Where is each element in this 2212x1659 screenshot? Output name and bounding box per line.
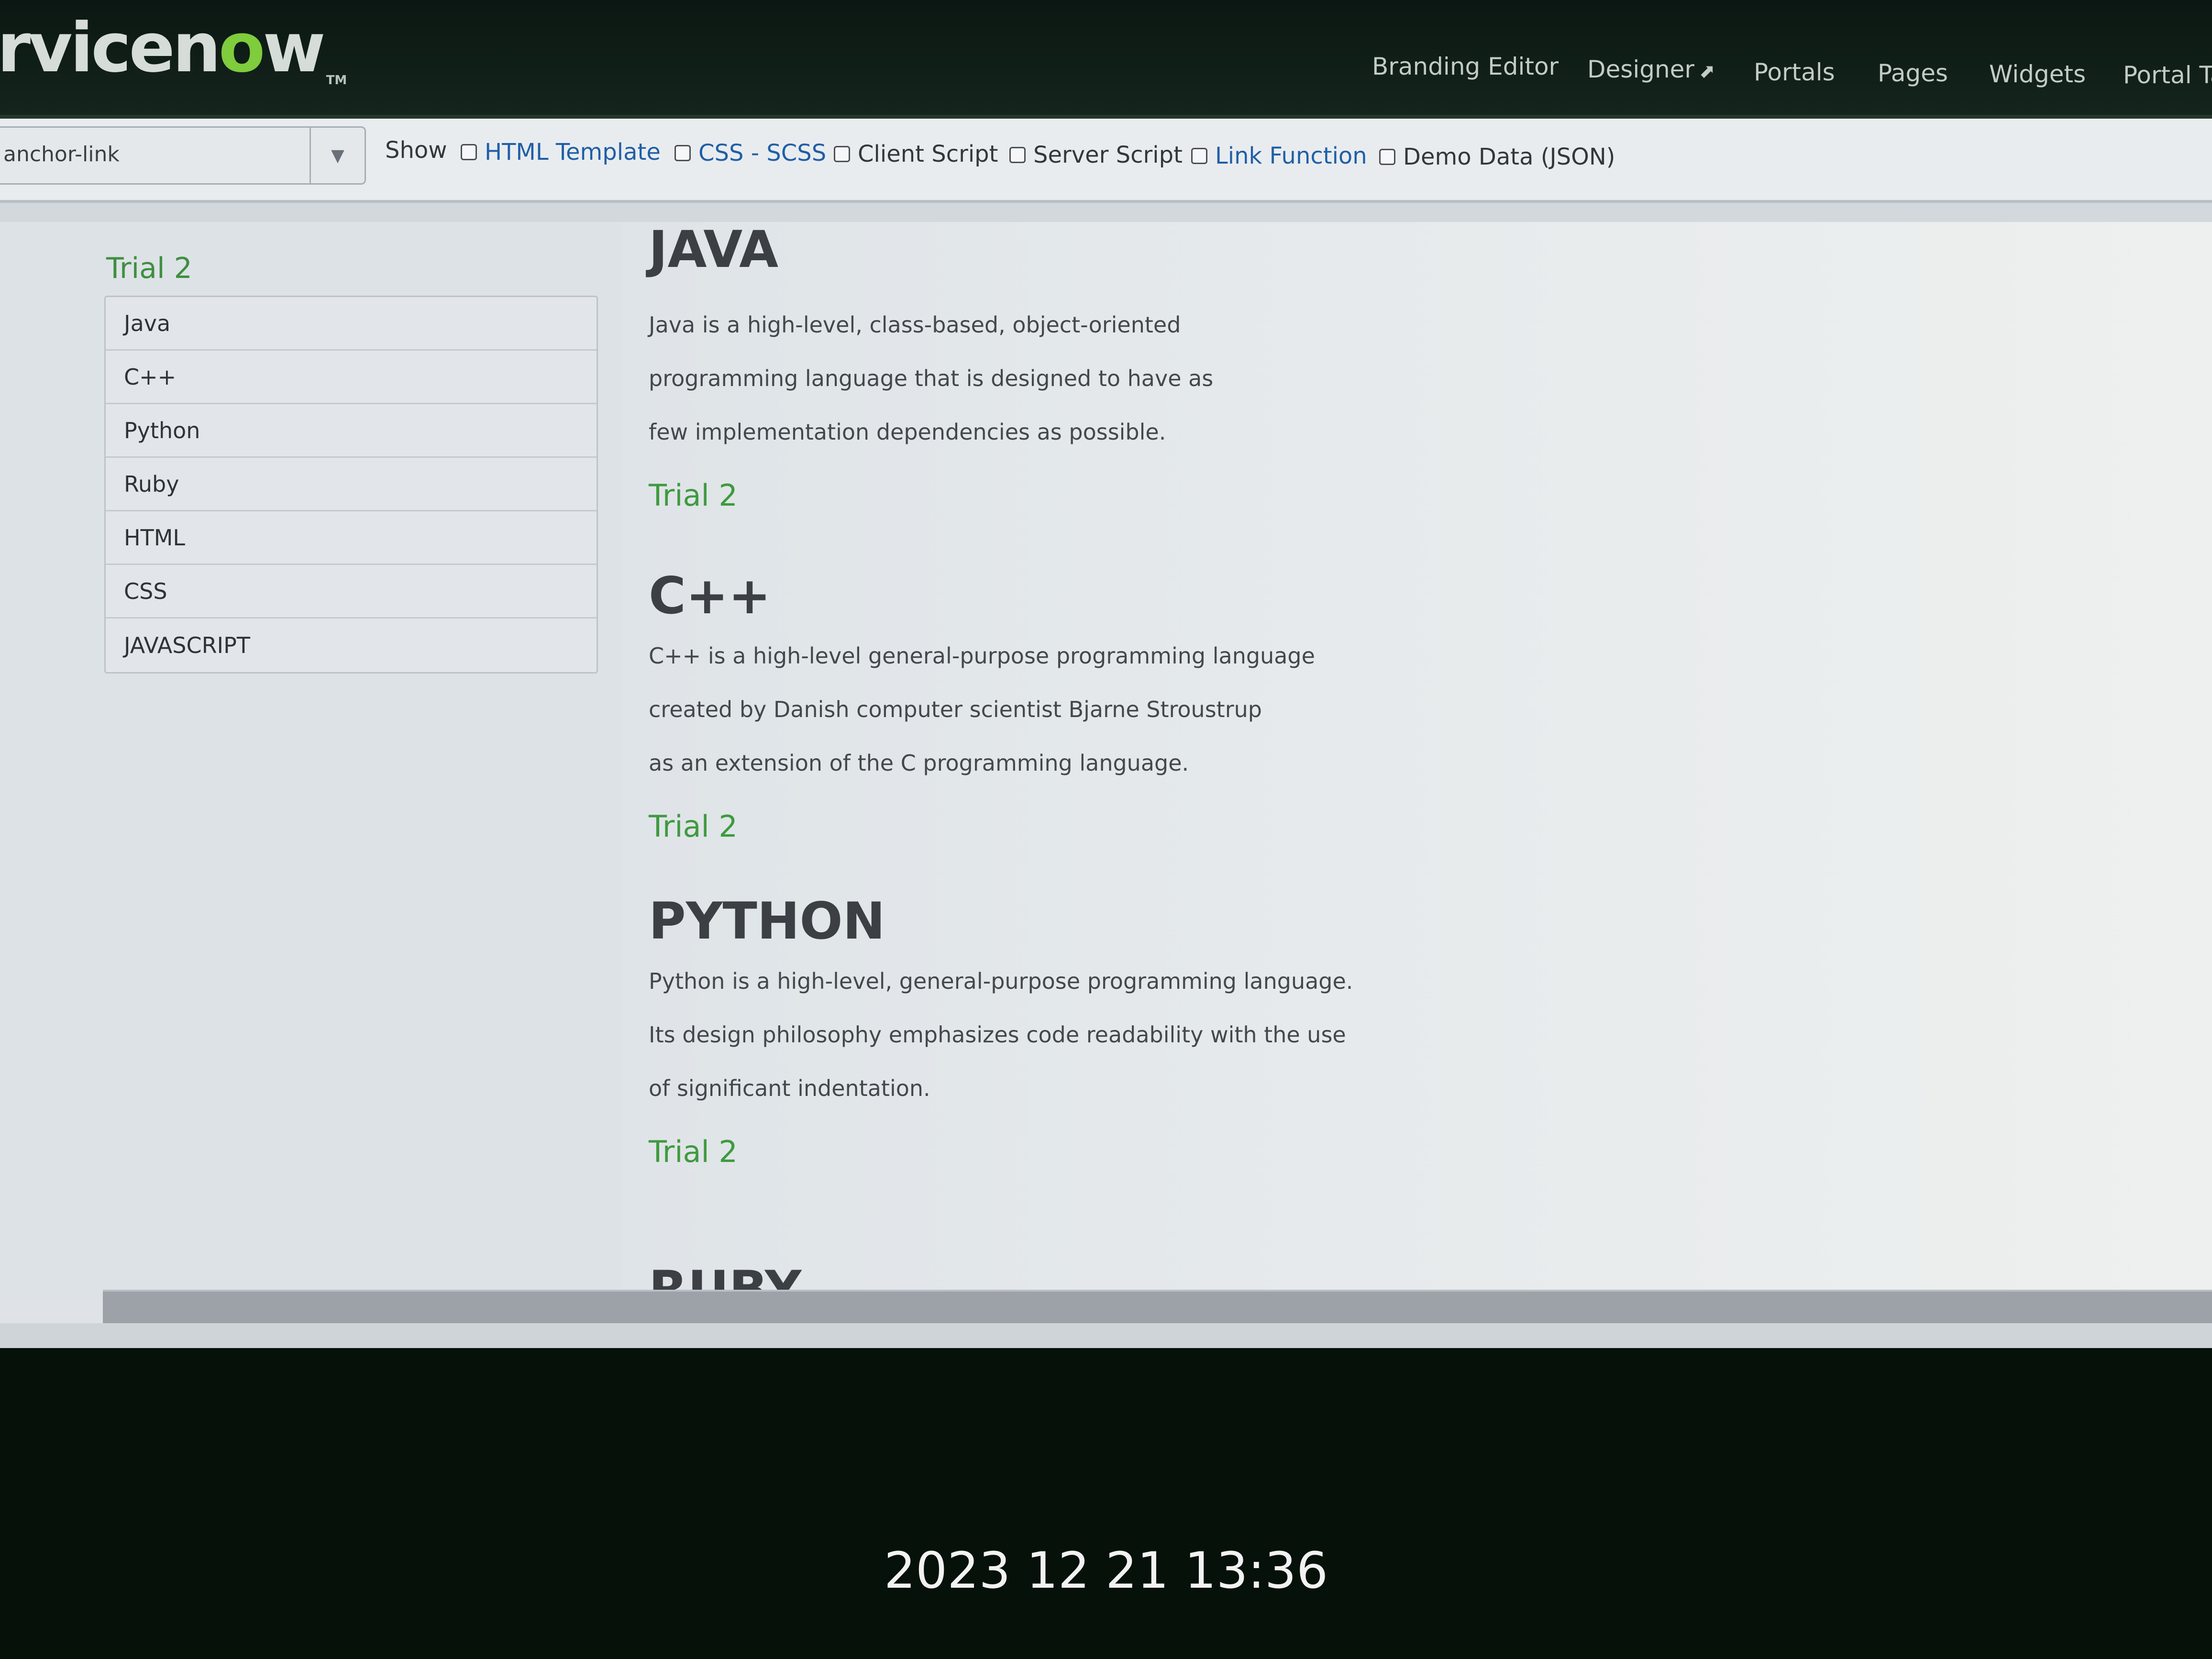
nav-designer[interactable]: Designer ⬈: [1587, 55, 1715, 83]
show-label: Show: [385, 137, 447, 164]
checkbox-box[interactable]: [1191, 148, 1207, 164]
photo-timestamp: 2023 12 21 13:36: [884, 1541, 1328, 1600]
list-item-javascript[interactable]: JAVASCRIPT: [106, 619, 597, 672]
nav-portals[interactable]: Portals: [1754, 58, 1835, 86]
widget-select[interactable]: anchor-link ▼: [0, 126, 366, 185]
section-text-line: Python is a high-level, general-purpose …: [649, 968, 1353, 994]
checkbox-label: Demo Data (JSON): [1403, 144, 1615, 170]
editor-toolbar: anchor-link ▼ Show HTML Template CSS - S…: [0, 119, 2212, 203]
section-text-line: of significant indentation.: [649, 1075, 930, 1101]
section-heading: JAVA: [649, 222, 779, 279]
nav-widgets[interactable]: Widgets: [1989, 60, 2086, 88]
section-text-line: as an extension of the C programming lan…: [649, 750, 1189, 776]
checkbox-box[interactable]: [461, 144, 477, 160]
top-navigation-bar: rvicenow TM Branding Editor Designer ⬈ Por…: [0, 0, 2212, 119]
checkbox-box[interactable]: [834, 146, 850, 162]
nav-label: Designer: [1587, 55, 1694, 83]
nav-pages[interactable]: Pages: [1878, 59, 1948, 87]
section-text-line: Its design philosophy emphasizes code re…: [649, 1022, 1346, 1048]
section-python: PYTHON Python is a high-level, general-p…: [649, 892, 1366, 1169]
back-to-top-link[interactable]: Trial 2: [649, 809, 1366, 844]
section-text-line: Java is a high-level, class-based, objec…: [649, 312, 1181, 338]
logo-accent-letter: o: [218, 9, 265, 88]
nav-label: Portal Ta: [2123, 61, 2212, 89]
checkbox-html-template[interactable]: HTML Template: [461, 139, 661, 166]
checkbox-box[interactable]: [1009, 147, 1026, 163]
section-text-line: few implementation dependencies as possi…: [649, 419, 1166, 445]
checkbox-server-script[interactable]: Server Script: [1009, 142, 1183, 168]
horizontal-scrollbar[interactable]: [103, 1290, 2212, 1325]
section-java: JAVA Java is a high-level, class-based, …: [649, 222, 1366, 513]
widget-preview-content[interactable]: JAVA Java is a high-level, class-based, …: [622, 222, 2212, 1294]
checkbox-demo-data-json[interactable]: Demo Data (JSON): [1379, 144, 1615, 170]
checkbox-client-script[interactable]: Client Script: [834, 141, 998, 167]
section-text-line: programming language that is designed to…: [649, 365, 1214, 391]
section-text-line: C++ is a high-level general-purpose prog…: [649, 643, 1315, 669]
external-link-icon: ⬈: [1699, 60, 1715, 82]
nav-label: Pages: [1878, 59, 1948, 87]
checkbox-label: HTML Template: [485, 139, 661, 166]
list-item-html[interactable]: HTML: [106, 511, 597, 565]
anchor-link-list: Java C++ Python Ruby HTML CSS JAVASCRIPT: [104, 296, 598, 674]
screen-bottom-edge: [0, 1323, 2212, 1348]
list-title: Trial 2: [106, 252, 192, 285]
section-text-line: created by Danish computer scientist Bja…: [649, 697, 1262, 722]
checkbox-box[interactable]: [675, 145, 691, 161]
nav-portal-tables[interactable]: Portal Ta: [2123, 61, 2212, 89]
back-to-top-link[interactable]: Trial 2: [649, 1134, 1366, 1169]
nav-label: Portals: [1754, 58, 1835, 86]
checkbox-box[interactable]: [1379, 149, 1395, 165]
chevron-down-icon[interactable]: ▼: [310, 128, 365, 183]
checkbox-label: CSS - SCSS: [698, 140, 827, 166]
nav-branding-editor[interactable]: Branding Editor: [1372, 53, 1559, 80]
nav-label: Widgets: [1989, 60, 2086, 88]
section-heading: RUBY: [649, 1260, 802, 1294]
nav-label: Branding Editor: [1372, 53, 1559, 80]
toolbar-divider: [0, 203, 2212, 222]
list-item-ruby[interactable]: Ruby: [106, 458, 597, 511]
list-item-css[interactable]: CSS: [106, 565, 597, 619]
widget-editor-screen: anchor-link ▼ Show HTML Template CSS - S…: [0, 119, 2212, 1348]
back-to-top-link[interactable]: Trial 2: [649, 478, 1366, 513]
list-item-cpp[interactable]: C++: [106, 351, 597, 404]
list-item-java[interactable]: Java: [106, 297, 597, 351]
checkbox-label: Client Script: [858, 141, 998, 167]
checkbox-css-scss[interactable]: CSS - SCSS: [675, 140, 826, 166]
section-ruby: RUBY: [649, 1260, 1366, 1294]
section-heading: C++: [649, 566, 771, 625]
section-heading: PYTHON: [649, 892, 885, 951]
checkbox-link-function[interactable]: Link Function: [1191, 143, 1367, 169]
checkbox-label: Server Script: [1033, 142, 1183, 168]
checkbox-label: Link Function: [1215, 143, 1367, 169]
list-item-python[interactable]: Python: [106, 404, 597, 458]
servicenow-logo[interactable]: rvicenow TM: [0, 9, 347, 88]
widget-select-value: anchor-link: [3, 142, 120, 166]
section-cpp: C++ C++ is a high-level general-purpose …: [649, 566, 1366, 844]
widget-preview-left-panel: Trial 2 Java C++ Python Ruby HTML CSS JA…: [0, 222, 622, 1298]
